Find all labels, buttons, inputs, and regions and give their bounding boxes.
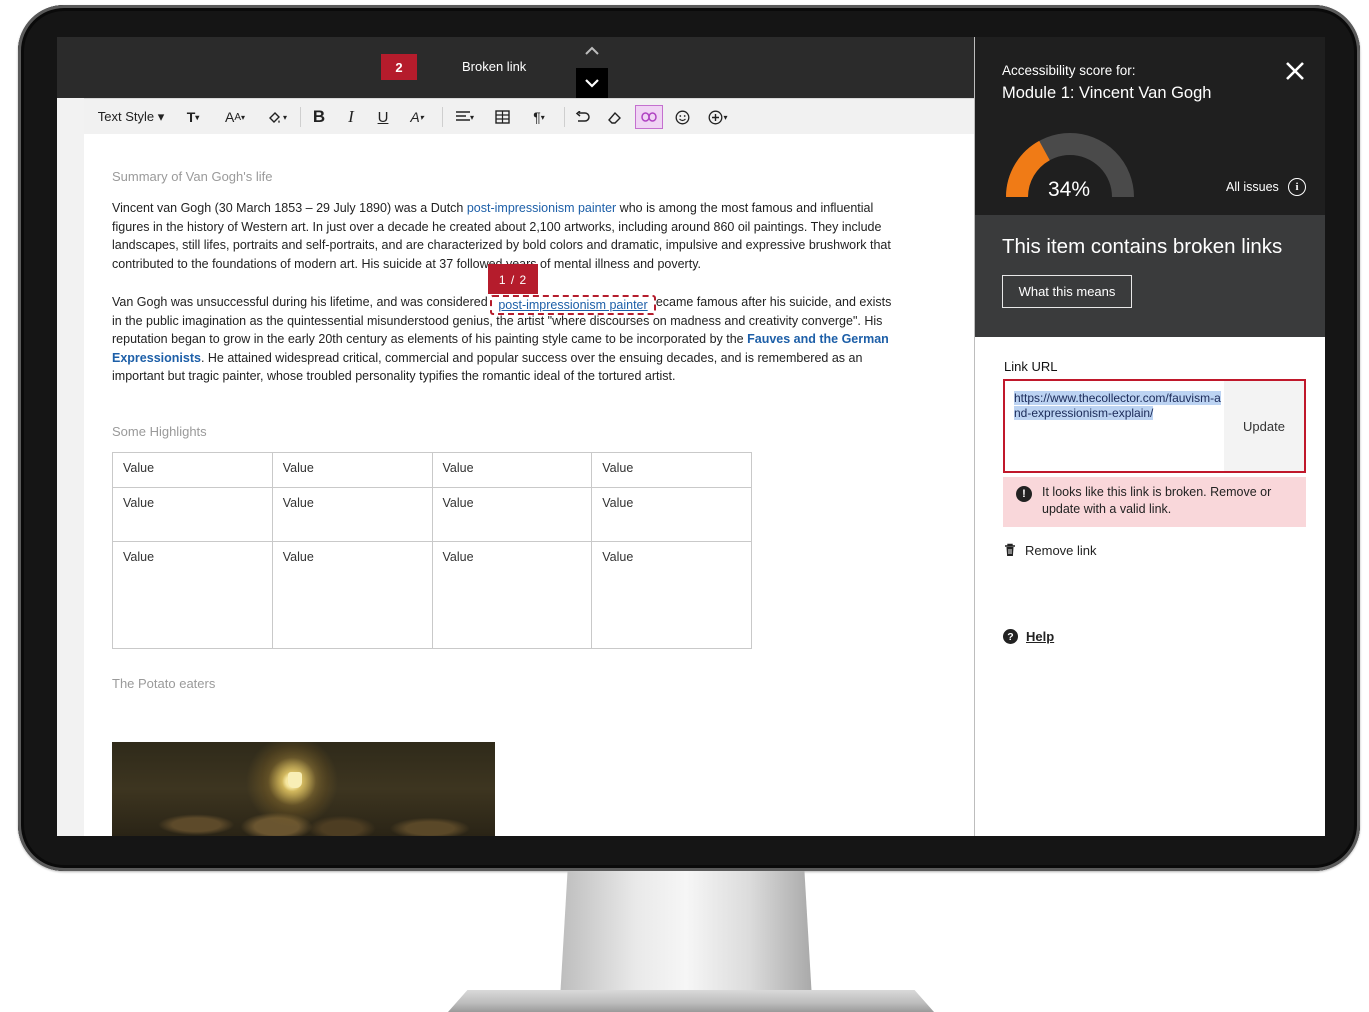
paragraph-1: Vincent van Gogh (30 March 1853 – 29 Jul… xyxy=(112,199,897,273)
link-url-input[interactable]: https://www.thecollector.com/fauvism-and… xyxy=(1003,379,1306,473)
info-icon[interactable]: i xyxy=(1288,178,1306,196)
insert-icon[interactable]: ▾ xyxy=(702,106,734,128)
table-cell[interactable]: Value xyxy=(431,487,593,542)
table-cell[interactable]: Value xyxy=(112,487,273,542)
alert-icon: ! xyxy=(1016,486,1032,502)
text-color-icon[interactable]: A ▾ xyxy=(402,106,432,128)
table-cell[interactable]: Value xyxy=(591,487,752,542)
table-cell[interactable]: Value xyxy=(112,541,273,649)
monitor-stand-base xyxy=(448,990,934,1012)
issue-type-label: Broken link xyxy=(462,59,527,74)
all-issues-label[interactable]: All issues xyxy=(1226,180,1279,194)
paragraph-1-link[interactable]: post-impressionism painter xyxy=(467,201,616,215)
table-cell[interactable]: Value xyxy=(431,541,593,649)
align-icon[interactable]: ▾ xyxy=(450,106,480,128)
text-style-dropdown[interactable]: Text Style ▾ xyxy=(94,106,168,128)
broken-link-highlight[interactable]: post-impressionism painter xyxy=(490,295,656,315)
link-icon[interactable] xyxy=(635,105,663,129)
error-message-box: ! It looks like this link is broken. Rem… xyxy=(1003,477,1306,527)
table-cell[interactable]: Value xyxy=(271,487,433,542)
panel-caption: Accessibility score for: xyxy=(1002,63,1136,78)
score-gauge-fill xyxy=(1006,140,1051,198)
issue-flag: 1 / 2 xyxy=(488,264,538,294)
table-cell[interactable]: Value xyxy=(591,452,752,488)
highlights-table: Value Value Value Value Value Value Valu… xyxy=(112,452,752,649)
issue-count-badge: 2 xyxy=(381,54,417,80)
text-format-icon[interactable]: T ▾ xyxy=(178,106,208,128)
bold-icon[interactable]: B xyxy=(308,106,330,128)
heading-potato-eaters: The Potato eaters xyxy=(112,676,216,691)
panel-title: Module 1: Vincent Van Gogh xyxy=(1002,84,1212,102)
editor-toolbar: Text Style ▾ T▾ AA▾ ▾ B I U A▾ ▾ ¶▾ xyxy=(84,98,974,136)
panel-header: Accessibility score for: Module 1: Vince… xyxy=(975,37,1325,215)
table-cell[interactable]: Value xyxy=(271,452,433,488)
undo-icon[interactable] xyxy=(570,106,594,128)
editor-pane: 2 Broken link Text Style ▾ T ▾ A A ▾ ▾ B I … xyxy=(57,37,974,836)
table-row: Value Value Value Value xyxy=(112,452,752,488)
paragraph-icon[interactable]: ¶ ▾ xyxy=(524,106,554,128)
table-icon[interactable] xyxy=(490,106,514,128)
eraser-icon[interactable] xyxy=(602,106,626,128)
lamp-icon xyxy=(288,772,302,788)
link-url-value[interactable]: https://www.thecollector.com/fauvism-and… xyxy=(1014,391,1224,420)
error-message: It looks like this link is broken. Remov… xyxy=(1042,485,1272,516)
table-cell[interactable]: Value xyxy=(431,452,593,488)
close-icon[interactable] xyxy=(1281,57,1309,85)
document-canvas[interactable]: Summary of Van Gogh's life Vincent van G… xyxy=(84,134,974,836)
accessibility-panel: Accessibility score for: Module 1: Vince… xyxy=(974,37,1325,836)
score-value: 34% xyxy=(1048,178,1091,201)
table-cell[interactable]: Value xyxy=(112,452,273,488)
italic-icon[interactable]: I xyxy=(340,106,362,128)
chevron-up-icon[interactable] xyxy=(576,37,608,63)
heading-summary: Summary of Van Gogh's life xyxy=(112,169,273,184)
link-url-selected-text[interactable]: https://www.thecollector.com/fauvism-and… xyxy=(1014,391,1221,420)
trash-icon[interactable] xyxy=(1003,543,1017,557)
table-cell[interactable]: Value xyxy=(271,541,433,649)
table-cell[interactable]: Value xyxy=(591,541,752,649)
issue-summary-message: This item contains broken links xyxy=(1002,235,1283,258)
paragraph-2-text-after: . He attained widespread critical, comme… xyxy=(112,350,863,384)
what-this-means-button[interactable]: What this means xyxy=(1002,275,1132,308)
highlight-icon[interactable]: ▾ xyxy=(262,106,292,128)
emoji-icon[interactable] xyxy=(670,106,694,128)
monitor-stand-neck xyxy=(560,871,812,999)
heading-highlights: Some Highlights xyxy=(112,424,207,439)
remove-link-button[interactable]: Remove link xyxy=(1025,543,1097,558)
table-row: Value Value Value Value xyxy=(112,487,752,542)
issue-navigation-bar: 2 Broken link xyxy=(57,37,974,98)
table-row: Value Value Value Value xyxy=(112,541,752,649)
potato-eaters-image[interactable] xyxy=(112,742,495,836)
update-button[interactable]: Update xyxy=(1224,381,1304,471)
chevron-down-icon[interactable] xyxy=(576,68,608,98)
underline-icon[interactable]: U xyxy=(372,106,394,128)
issue-summary: This item contains broken links What thi… xyxy=(975,215,1325,337)
paragraph-1-text-before: Vincent van Gogh (30 March 1853 – 29 Jul… xyxy=(112,201,467,215)
font-size-icon[interactable]: A A ▾ xyxy=(220,106,250,128)
help-icon[interactable]: ? xyxy=(1003,629,1018,644)
help-link[interactable]: Help xyxy=(1026,629,1054,644)
screen: 2 Broken link Text Style ▾ T ▾ A A ▾ ▾ B I … xyxy=(57,37,1325,836)
link-url-label: Link URL xyxy=(1004,359,1058,374)
